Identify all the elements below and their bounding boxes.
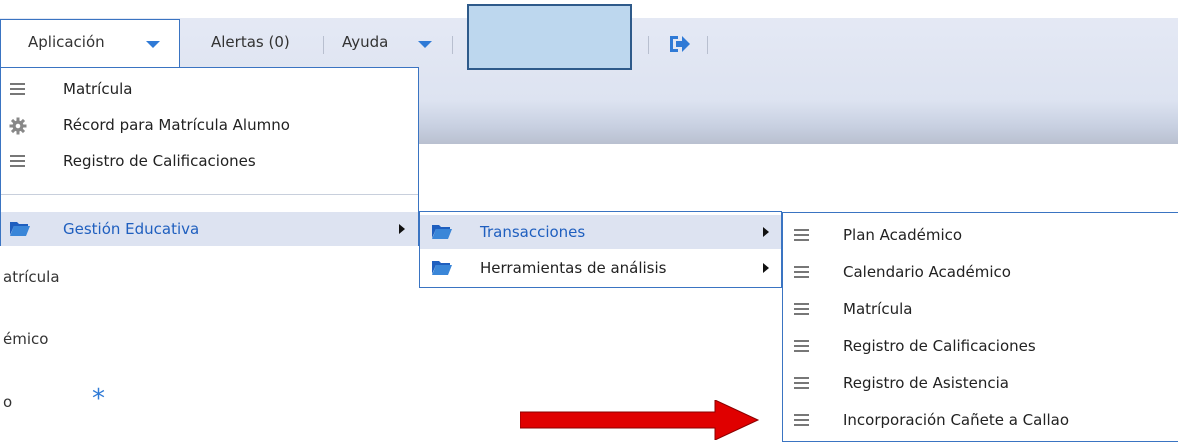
menu-item-label: Incorporación Cañete a Callao [843,411,1070,429]
list-icon [794,266,809,278]
bg-link-matricula[interactable]: atrícula [3,268,60,286]
submenu-arrow-icon [763,263,769,273]
list-icon [794,229,809,241]
gear-icon [9,117,27,135]
menu-item-incorporacion-canete-callao[interactable]: Incorporación Cañete a Callao [783,403,1178,437]
nav-ayuda[interactable]: Ayuda [342,33,388,51]
aplicacion-chevron-down-icon[interactable] [146,41,160,48]
list-icon [794,340,809,352]
red-arrow-annotation [520,400,760,440]
submenu-arrow-icon [763,227,769,237]
menu-item-record-matricula[interactable]: Récord para Matrícula Alumno [1,108,418,142]
menu-item-label: Plan Académico [843,226,963,244]
menu-item-label: Calendario Académico [843,263,1011,281]
menu-item-calendario-academico[interactable]: Calendario Académico [783,255,1178,289]
bg-link-academico[interactable]: émico [3,330,48,348]
list-icon [10,83,25,95]
folder-icon [432,225,452,239]
transacciones-submenu: Plan Académico Calendario Académico Matr… [782,212,1178,442]
menu-item-transacciones[interactable]: Transacciones [420,215,781,249]
gestion-educativa-submenu: Transacciones Herramientas de análisis [419,211,782,288]
menu-item-label: Registro de Calificaciones [63,152,256,170]
nav-separator [707,36,708,54]
menu-item-registro-calificaciones[interactable]: Registro de Calificaciones [1,144,418,178]
nav-alertas[interactable]: Alertas (0) [211,33,290,51]
menu-item-label: Registro de Calificaciones [843,337,1036,355]
list-icon [10,155,25,167]
menu-item-label: Récord para Matrícula Alumno [63,116,290,134]
logout-icon[interactable] [669,34,691,54]
menu-item-label: Registro de Asistencia [843,374,1009,392]
menu-item-matricula[interactable]: Matrícula [1,72,418,106]
ayuda-chevron-down-icon[interactable] [418,41,432,48]
menu-item-registro-calificaciones[interactable]: Registro de Calificaciones [783,329,1178,363]
folder-icon [432,261,452,275]
menu-item-herramientas-analisis[interactable]: Herramientas de análisis [420,251,781,285]
favorite-star-icon[interactable]: * [92,384,105,414]
nav-separator [648,36,649,54]
nav-aplicacion[interactable]: Aplicación [28,33,105,51]
menu-divider [1,194,418,195]
menu-item-gestion-educativa[interactable]: Gestión Educativa [1,212,418,246]
submenu-arrow-icon [399,224,405,234]
menu-item-registro-asistencia[interactable]: Registro de Asistencia [783,366,1178,400]
folder-icon [10,222,30,236]
menu-item-label: Herramientas de análisis [480,259,667,277]
nav-separator [323,36,324,54]
list-icon [794,414,809,426]
list-icon [794,377,809,389]
menu-item-label: Gestión Educativa [63,220,200,238]
redacted-user-box [467,4,632,70]
menu-item-matricula[interactable]: Matrícula [783,292,1178,326]
menu-item-label: Transacciones [480,223,586,241]
menu-item-plan-academico[interactable]: Plan Académico [783,218,1178,252]
nav-separator [452,36,453,54]
list-icon [794,303,809,315]
bg-link-item[interactable]: o [3,393,12,411]
aplicacion-dropdown-menu: Matrícula Récord para Matrícula Alumno R… [0,67,419,246]
menu-item-label: Matrícula [63,80,133,98]
menu-item-label: Matrícula [843,300,913,318]
